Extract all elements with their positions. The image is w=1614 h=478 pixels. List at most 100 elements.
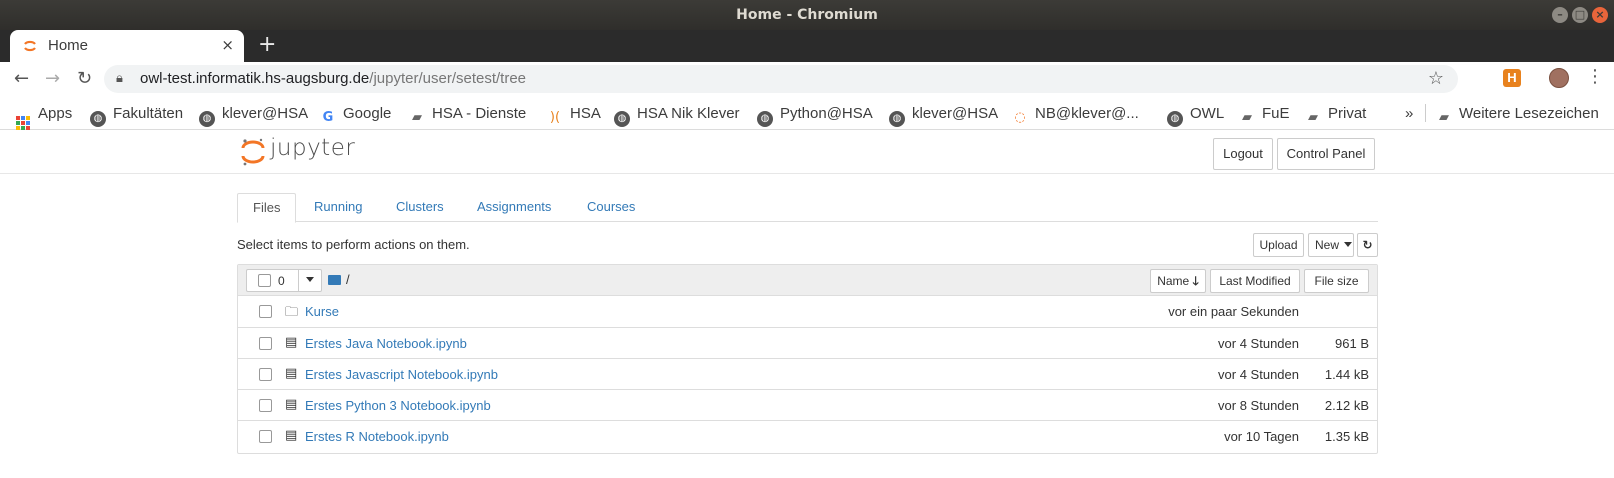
chevron-down-icon[interactable]	[306, 277, 314, 282]
bookmark-label: klever@HSA	[912, 105, 999, 122]
url-text[interactable]: owl-test.informatik.hs-augsburg.de/jupyt…	[140, 70, 526, 87]
bookmark-google[interactable]: G Google	[320, 105, 392, 126]
file-name-link[interactable]: Kurse	[305, 304, 339, 319]
forward-button[interactable]: →	[45, 68, 60, 89]
file-size: 1.35 kB	[1324, 429, 1369, 444]
bookmark-hsa-nik-klever[interactable]: ◍ HSA Nik Klever	[614, 105, 740, 127]
row-checkbox[interactable]	[259, 430, 272, 443]
folder-icon: ▰	[1242, 110, 1252, 125]
tab-files[interactable]: Files	[237, 193, 297, 223]
extension-icon[interactable]: H	[1503, 69, 1521, 87]
apps-grid-icon	[16, 116, 30, 130]
bookmark-privat[interactable]: ▰ Privat	[1305, 105, 1366, 126]
bookmark-hsa[interactable]: )( HSA	[547, 105, 601, 126]
tab-clusters[interactable]: Clusters	[381, 193, 459, 222]
sort-name-label: Name	[1157, 274, 1190, 288]
header-divider	[0, 173, 1614, 174]
sort-name-button[interactable]: Name 🡓	[1150, 269, 1206, 293]
file-modified: vor 8 Stunden	[1218, 398, 1299, 413]
list-item[interactable]: ▤ Erstes R Notebook.ipynb vor 10 Tagen 1…	[238, 420, 1377, 452]
logout-button[interactable]: Logout	[1213, 138, 1273, 170]
file-modified: vor ein paar Sekunden	[1168, 304, 1299, 319]
browser-toolbar: ← → ↻ 🔒︎ owl-test.informatik.hs-augsburg…	[0, 62, 1614, 96]
browser-menu-icon[interactable]: ⋮	[1586, 66, 1604, 87]
bookmark-hsa-dienste[interactable]: ▰ HSA - Dienste	[409, 105, 526, 126]
address-bar[interactable]: 🔒︎ owl-test.informatik.hs-augsburg.de/ju…	[104, 65, 1458, 93]
list-item[interactable]: ▤ Erstes Javascript Notebook.ipynb vor 4…	[238, 358, 1377, 390]
file-name-link[interactable]: Erstes Java Notebook.ipynb	[305, 336, 467, 351]
window-controls: – □ ×	[1552, 7, 1608, 23]
row-checkbox[interactable]	[259, 305, 272, 318]
refresh-icon: ↻	[1362, 238, 1373, 252]
file-modified: vor 4 Stunden	[1218, 367, 1299, 382]
hsa-icon: )(	[549, 110, 561, 125]
file-name-link[interactable]: Erstes Javascript Notebook.ipynb	[305, 367, 498, 382]
back-button[interactable]: ←	[14, 68, 29, 89]
bookmark-apps[interactable]: Apps	[16, 105, 72, 130]
refresh-button[interactable]: ↻	[1357, 233, 1378, 257]
tab-courses[interactable]: Courses	[572, 193, 650, 222]
bookmark-label: HSA	[570, 105, 601, 122]
select-all-checkbox[interactable]	[258, 274, 271, 287]
bookmark-label: NB@klever@...	[1035, 105, 1139, 122]
file-name-link[interactable]: Erstes Python 3 Notebook.ipynb	[305, 398, 491, 413]
new-tab-button[interactable]: +	[258, 32, 276, 57]
selection-hint: Select items to perform actions on them.	[237, 237, 470, 252]
globe-icon: ◍	[614, 111, 630, 127]
tab-strip: Home × +	[0, 30, 1614, 62]
tab-running[interactable]: Running	[299, 193, 377, 222]
url-host: owl-test.informatik.hs-augsburg.de	[140, 70, 370, 87]
new-button-label: New	[1315, 238, 1340, 252]
sort-file-size-button[interactable]: File size	[1304, 269, 1369, 293]
selected-count: 0	[278, 274, 285, 288]
new-dropdown-button[interactable]: New	[1308, 233, 1354, 257]
window-titlebar: Home - Chromium – □ ×	[0, 0, 1614, 30]
bookmark-fue[interactable]: ▰ FuE	[1239, 105, 1290, 126]
globe-icon: ◍	[90, 111, 106, 127]
breadcrumb[interactable]: /	[328, 272, 350, 287]
file-size: 1.44 kB	[1324, 367, 1369, 382]
bookmarks-bar: Apps ◍ Fakultäten ◍ klever@HSA G Google ▰ HS…	[0, 96, 1614, 130]
bookmark-python-hsa[interactable]: ◍ Python@HSA	[757, 105, 873, 127]
control-panel-button[interactable]: Control Panel	[1277, 138, 1375, 170]
bookmark-label: FuE	[1262, 105, 1290, 122]
reload-button[interactable]: ↻	[77, 68, 92, 89]
bookmark-label: klever@HSA	[222, 105, 309, 122]
bookmarks-overflow-icon[interactable]: »	[1405, 105, 1413, 122]
profile-avatar[interactable]	[1549, 68, 1569, 88]
list-item[interactable]: ▤ Erstes Python 3 Notebook.ipynb vor 8 S…	[238, 389, 1377, 421]
bookmark-star-icon[interactable]: ☆	[1428, 68, 1444, 89]
bookmark-owl[interactable]: ◍ OWL	[1167, 105, 1224, 127]
listing-header: 0 / Name 🡓 Last Modified File size	[238, 265, 1377, 296]
row-checkbox[interactable]	[259, 368, 272, 381]
minimize-button[interactable]: –	[1552, 7, 1568, 23]
bookmark-fakultaeten[interactable]: ◍ Fakultäten	[90, 105, 183, 127]
close-window-button[interactable]: ×	[1592, 7, 1608, 23]
jupyter-icon: ◌	[1014, 110, 1026, 125]
folder-icon: ▰	[1308, 110, 1318, 125]
file-listing: 0 / Name 🡓 Last Modified File size 🗀 Kur…	[237, 264, 1378, 454]
tab-close-icon[interactable]: ×	[221, 36, 234, 54]
dropdown-separator	[298, 270, 299, 291]
bookmark-nb-klever[interactable]: ◌ NB@klever@...	[1012, 105, 1139, 126]
list-item[interactable]: 🗀 Kurse vor ein paar Sekunden	[238, 296, 1377, 328]
globe-icon: ◍	[1167, 111, 1183, 127]
file-modified: vor 10 Tagen	[1224, 429, 1299, 444]
list-item[interactable]: ▤ Erstes Java Notebook.ipynb vor 4 Stund…	[238, 327, 1377, 359]
row-checkbox[interactable]	[259, 337, 272, 350]
sort-last-modified-button[interactable]: Last Modified	[1210, 269, 1300, 293]
breadcrumb-root: /	[346, 272, 350, 287]
bookmark-label: Google	[343, 105, 392, 122]
upload-button[interactable]: Upload	[1253, 233, 1304, 257]
browser-tab-home[interactable]: Home ×	[10, 30, 244, 62]
maximize-button[interactable]: □	[1572, 7, 1588, 23]
bookmark-klever-hsa-2[interactable]: ◍ klever@HSA	[889, 105, 998, 127]
select-all-dropdown[interactable]: 0	[246, 269, 322, 292]
file-name-link[interactable]: Erstes R Notebook.ipynb	[305, 429, 449, 444]
row-checkbox[interactable]	[259, 399, 272, 412]
tab-assignments[interactable]: Assignments	[462, 193, 566, 222]
bookmark-other-folder[interactable]: ▰ Weitere Lesezeichen	[1436, 105, 1599, 126]
bookmark-klever-hsa[interactable]: ◍ klever@HSA	[199, 105, 308, 127]
google-icon: G	[322, 110, 334, 125]
bookmark-label: Privat	[1328, 105, 1367, 122]
